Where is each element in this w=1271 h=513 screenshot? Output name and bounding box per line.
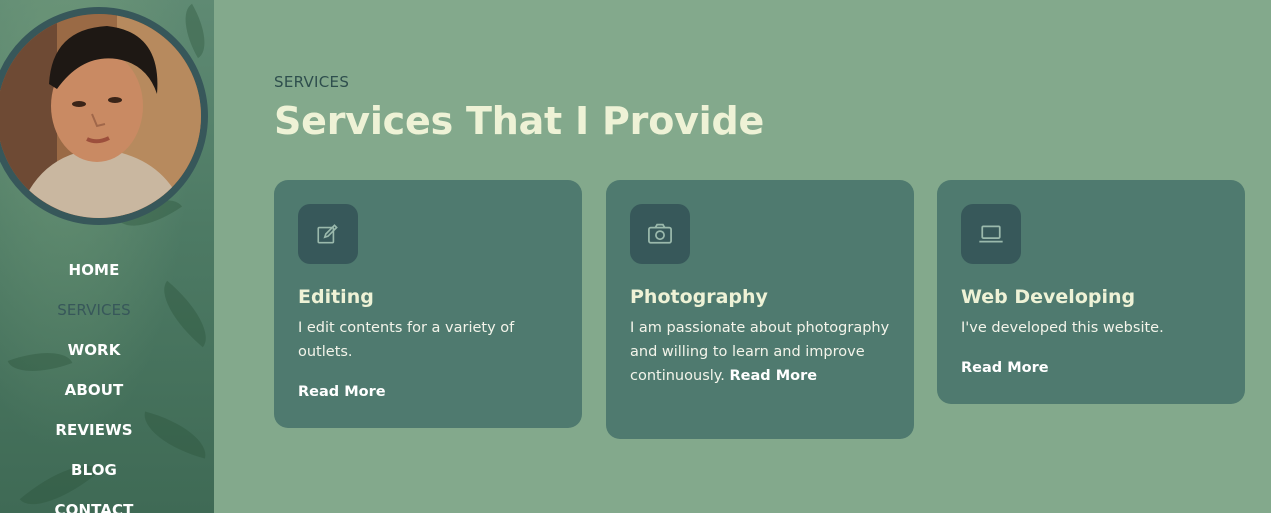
sidebar: HOME SERVICES WORK ABOUT REVIEWS BLOG CO… [0,0,214,513]
card-spacer [630,388,890,415]
card-title: Photography [630,286,768,308]
card-description: I edit contents for a variety of outlets… [298,320,515,360]
service-card-editing: Editing I edit contents for a variety of… [274,180,582,428]
nav-blog[interactable]: BLOG [0,458,188,498]
service-card-web-developing: Web Developing I've developed this websi… [937,180,1245,404]
nav-home[interactable]: HOME [0,258,188,298]
card-description-wrapper: I am passionate about photography and wi… [630,316,890,388]
nav-work[interactable]: WORK [0,338,188,378]
laptop-icon [961,204,1021,264]
card-description: I've developed this website. [961,320,1164,336]
nav-reviews[interactable]: REVIEWS [0,418,188,458]
read-more-link[interactable]: Read More [298,380,558,404]
avatar [0,7,208,225]
card-title: Editing [298,286,374,308]
section-eyebrow: SERVICES [274,73,350,91]
section-title: Services That I Provide [274,99,765,143]
nav-services[interactable]: SERVICES [0,298,188,338]
service-card-photography: Photography I am passionate about photog… [606,180,914,439]
main-content: SERVICES Services That I Provide Editing… [214,0,1271,513]
read-more-link[interactable]: Read More [730,368,818,384]
avatar-image [0,14,201,218]
read-more-link[interactable]: Read More [961,356,1221,380]
camera-icon [630,204,690,264]
nav-about[interactable]: ABOUT [0,378,188,418]
edit-icon [298,204,358,264]
card-title: Web Developing [961,286,1136,308]
nav-contact[interactable]: CONTACT [0,498,188,513]
main-nav: HOME SERVICES WORK ABOUT REVIEWS BLOG CO… [0,258,188,513]
